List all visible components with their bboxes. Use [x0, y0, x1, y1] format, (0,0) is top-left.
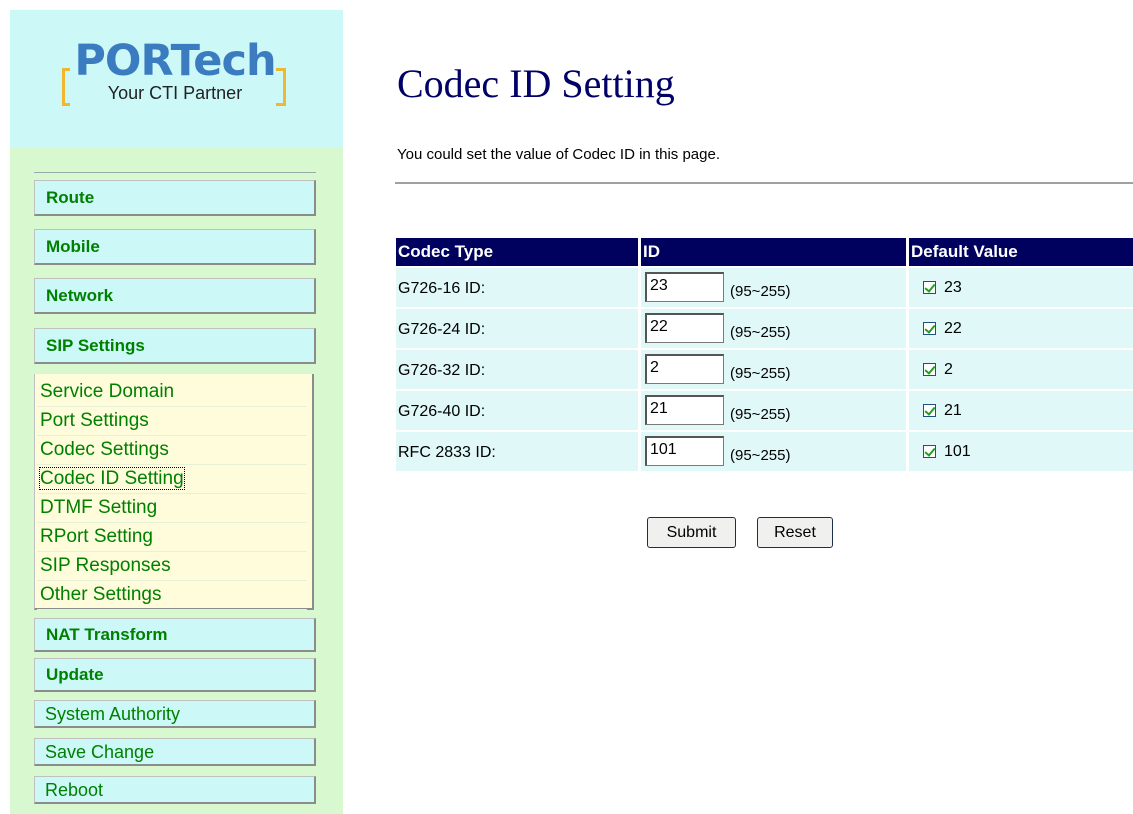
nav-nat-transform[interactable]: NAT Transform [34, 618, 316, 652]
codec-id-input[interactable] [645, 272, 724, 302]
range-hint: (95~255) [730, 447, 791, 464]
default-checkbox[interactable] [923, 281, 936, 294]
logo-name: PORTech [74, 36, 276, 86]
codec-type-label: G726-32 ID: [398, 362, 486, 379]
codec-type-label: RFC 2833 ID: [398, 444, 496, 461]
range-hint: (95~255) [730, 365, 791, 382]
default-value: 101 [944, 443, 971, 460]
table-row: G726-40 ID: (95~255) 21 [396, 391, 1133, 430]
range-hint: (95~255) [730, 283, 791, 300]
subnav-service-domain[interactable]: Service Domain [37, 378, 307, 407]
subnav-codec-id-setting[interactable]: Codec ID Setting [37, 465, 307, 494]
range-hint: (95~255) [730, 324, 791, 341]
default-value: 2 [944, 361, 953, 378]
page-title: Codec ID Setting [397, 61, 675, 106]
default-checkbox[interactable] [923, 363, 936, 376]
range-hint: (95~255) [730, 406, 791, 423]
nav-route[interactable]: Route [34, 180, 316, 216]
subnav-codec-settings[interactable]: Codec Settings [37, 436, 307, 465]
nav-save-change[interactable]: Save Change [34, 738, 316, 766]
codec-id-input[interactable] [645, 436, 724, 466]
subnav-dtmf-setting[interactable]: DTMF Setting [37, 494, 307, 523]
sidebar-divider [34, 172, 316, 173]
nav-mobile[interactable]: Mobile [34, 229, 316, 265]
subnav-port-settings[interactable]: Port Settings [37, 407, 307, 436]
default-value: 23 [944, 279, 962, 296]
nav-network[interactable]: Network [34, 278, 316, 314]
codec-id-input[interactable] [645, 313, 724, 343]
subnav-sip-responses[interactable]: SIP Responses [37, 552, 307, 581]
logo-tagline: Your CTI Partner [107, 83, 243, 103]
page-description: You could set the value of Codec ID in t… [397, 146, 720, 163]
codec-type-label: G726-16 ID: [398, 280, 486, 297]
default-checkbox[interactable] [923, 445, 936, 458]
table-row: G726-32 ID: (95~255) 2 [396, 350, 1133, 389]
default-value: 21 [944, 402, 962, 419]
divider [395, 182, 1133, 184]
default-checkbox[interactable] [923, 322, 936, 335]
table-row: RFC 2833 ID: (95~255) 101 [396, 432, 1133, 471]
logo: PORTech Your CTI Partner [60, 38, 290, 112]
default-checkbox[interactable] [923, 404, 936, 417]
subnav-other-settings[interactable]: Other Settings [37, 581, 307, 610]
nav-update[interactable]: Update [34, 658, 316, 692]
logo-area: PORTech Your CTI Partner [10, 10, 343, 148]
header-id: ID [641, 238, 906, 266]
header-default-value: Default Value [909, 238, 1133, 266]
nav-reboot[interactable]: Reboot [34, 776, 316, 804]
header-codec-type: Codec Type [396, 238, 638, 266]
codec-id-input[interactable] [645, 395, 724, 425]
table-row: G726-24 ID: (95~255) 22 [396, 309, 1133, 348]
nav-sip-settings[interactable]: SIP Settings [34, 328, 316, 364]
codec-type-label: G726-24 ID: [398, 321, 486, 338]
codec-id-input[interactable] [645, 354, 724, 384]
submit-button[interactable]: Submit [647, 517, 736, 548]
default-value: 22 [944, 320, 962, 337]
nav-system-authority[interactable]: System Authority [34, 700, 316, 728]
table-row: G726-16 ID: (95~255) 23 [396, 268, 1133, 307]
codec-type-label: G726-40 ID: [398, 403, 486, 420]
subnav-rport-setting[interactable]: RPort Setting [37, 523, 307, 552]
reset-button[interactable]: Reset [757, 517, 833, 548]
sip-settings-submenu: Service Domain Port Settings Codec Setti… [34, 374, 314, 610]
